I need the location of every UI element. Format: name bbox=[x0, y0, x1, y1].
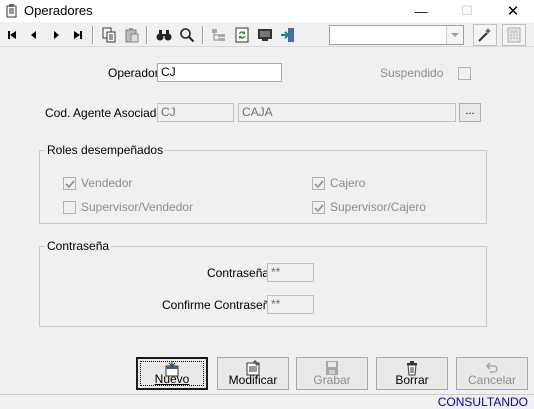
password-label: Contraseña: bbox=[207, 266, 273, 280]
cancelar-button[interactable]: Cancelar bbox=[456, 357, 528, 390]
nuevo-button[interactable]: Nuevo bbox=[136, 357, 208, 390]
toolbar-combo[interactable] bbox=[329, 25, 464, 45]
borrar-button[interactable]: Borrar bbox=[376, 357, 448, 390]
minimize-button[interactable]: — bbox=[398, 0, 444, 22]
exit-icon[interactable] bbox=[278, 25, 298, 45]
vendedor-checkbox[interactable] bbox=[63, 177, 76, 190]
previous-record-icon[interactable] bbox=[24, 25, 44, 45]
refresh-icon[interactable] bbox=[232, 25, 252, 45]
chevron-down-icon[interactable] bbox=[446, 26, 463, 44]
borrar-label: Borrar bbox=[395, 373, 429, 387]
grabar-label: Grabar bbox=[313, 373, 351, 387]
cajero-label: Cajero bbox=[330, 176, 366, 190]
toolbar-separator bbox=[202, 26, 204, 44]
suspendido-checkbox[interactable] bbox=[458, 67, 471, 80]
vendedor-label: Vendedor bbox=[81, 176, 133, 190]
app-icon bbox=[6, 4, 18, 18]
operador-label: Operador bbox=[108, 66, 159, 80]
modificar-button[interactable]: Modificar bbox=[217, 357, 289, 390]
grabar-button[interactable]: Grabar bbox=[296, 357, 368, 390]
suspendido-label: Suspendido bbox=[380, 66, 444, 80]
agente-label: Cod. Agente Asociado bbox=[45, 106, 164, 120]
roles-group-title: Roles desempeñados bbox=[45, 143, 166, 157]
paste-icon[interactable] bbox=[122, 25, 142, 45]
monitor-icon[interactable] bbox=[255, 25, 275, 45]
next-record-icon[interactable] bbox=[46, 25, 66, 45]
password-group-title: Contraseña bbox=[45, 239, 112, 253]
copy-icon[interactable] bbox=[99, 25, 119, 45]
toolbar-separator bbox=[92, 26, 94, 44]
window-title: Operadores bbox=[24, 3, 93, 18]
confirm-password-input[interactable]: ** bbox=[267, 295, 314, 314]
status-bar: CONSULTANDO bbox=[0, 394, 534, 409]
modificar-label: Modificar bbox=[228, 373, 278, 387]
title-bar: Operadores — ☐ ✕ bbox=[0, 0, 534, 22]
tree-icon[interactable] bbox=[209, 25, 229, 45]
password-group bbox=[39, 246, 487, 327]
supervisor-vendedor-checkbox[interactable] bbox=[63, 201, 76, 214]
search-icon[interactable] bbox=[177, 25, 197, 45]
last-record-icon[interactable] bbox=[68, 25, 88, 45]
supervisor-vendedor-label: Supervisor/Vendedor bbox=[81, 200, 194, 214]
toolbar bbox=[0, 22, 534, 47]
nuevo-label: Nuevo bbox=[154, 372, 190, 386]
agente-lookup-button[interactable]: ... bbox=[459, 103, 481, 122]
binoculars-icon[interactable] bbox=[154, 25, 174, 45]
close-button[interactable]: ✕ bbox=[490, 0, 534, 22]
cancelar-label: Cancelar bbox=[467, 373, 517, 387]
operador-input[interactable]: CJ bbox=[157, 63, 282, 82]
calculator-icon[interactable] bbox=[502, 24, 526, 46]
toolbar-separator bbox=[146, 26, 148, 44]
magic-wand-icon[interactable] bbox=[473, 24, 497, 46]
status-text: CONSULTANDO bbox=[437, 395, 528, 409]
agente-code-input[interactable]: CJ bbox=[157, 103, 234, 122]
supervisor-cajero-checkbox[interactable] bbox=[312, 201, 325, 214]
maximize-button[interactable]: ☐ bbox=[444, 0, 490, 22]
password-input[interactable]: ** bbox=[267, 263, 314, 282]
supervisor-cajero-label: Supervisor/Cajero bbox=[330, 200, 427, 214]
first-record-icon[interactable] bbox=[2, 25, 22, 45]
cajero-checkbox[interactable] bbox=[312, 177, 325, 190]
operadores-window: Operadores — ☐ ✕ Operador CJ Suspendido … bbox=[0, 0, 534, 409]
confirm-password-label: Confirme Contraseña: bbox=[162, 298, 280, 312]
agente-name-field: CAJA bbox=[238, 103, 456, 122]
